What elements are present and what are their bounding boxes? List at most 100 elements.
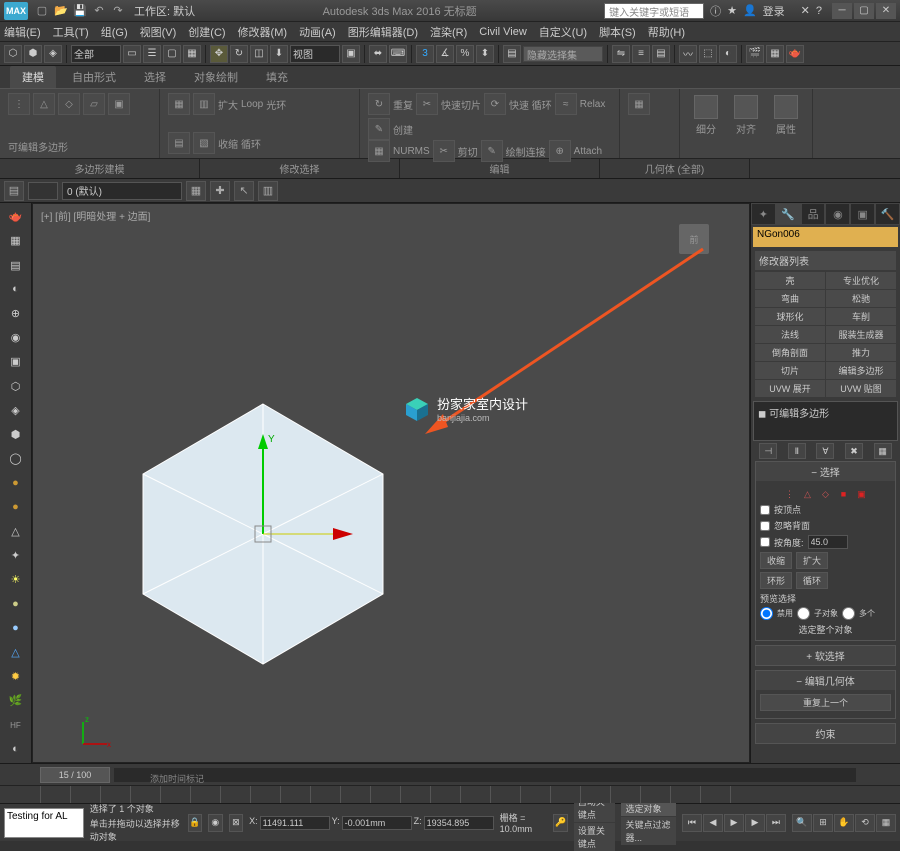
selection-filter[interactable]: 全部 bbox=[71, 45, 121, 63]
ring-button[interactable]: 环形 bbox=[760, 572, 792, 589]
lt-icon[interactable]: ● bbox=[3, 617, 29, 640]
repeat-last-button[interactable]: 重复上一个 bbox=[760, 694, 891, 711]
help-icon[interactable]: ? bbox=[816, 5, 822, 17]
lt-icon[interactable]: ▤ bbox=[3, 253, 29, 276]
close-button[interactable]: ✕ bbox=[876, 3, 896, 19]
mod-bend[interactable]: 弯曲 bbox=[755, 290, 825, 307]
iso-icon[interactable]: ◉ bbox=[208, 814, 223, 832]
layer-add-icon[interactable]: ✚ bbox=[210, 181, 230, 201]
repeat-icon[interactable]: ↻ bbox=[368, 93, 390, 115]
mod-shell[interactable]: 壳 bbox=[755, 272, 825, 289]
named-sel-icon[interactable]: ▤ bbox=[503, 45, 521, 63]
schematic-icon[interactable]: ⬚ bbox=[699, 45, 717, 63]
loop-button[interactable]: 循环 bbox=[796, 572, 828, 589]
teapot-icon[interactable]: 🫖 bbox=[3, 205, 29, 228]
lt-icon[interactable]: ◐ bbox=[3, 278, 29, 301]
lt-icon[interactable]: ◐ bbox=[3, 738, 29, 761]
edge-so-icon[interactable]: △ bbox=[801, 487, 815, 501]
modify-tab-icon[interactable]: 🔧 bbox=[776, 203, 801, 225]
shrink-button[interactable]: 收缩 bbox=[760, 552, 792, 569]
align-icon[interactable]: ≡ bbox=[632, 45, 650, 63]
lt-icon[interactable]: △ bbox=[3, 641, 29, 664]
mod-spherify[interactable]: 球形化 bbox=[755, 308, 825, 325]
footer-geom[interactable]: 几何体 (全部) bbox=[600, 159, 750, 178]
grow-icon[interactable]: ▦ bbox=[168, 93, 190, 115]
create-tab-icon[interactable]: ✦ bbox=[751, 203, 776, 225]
time-slider-thumb[interactable]: 15 / 100 bbox=[40, 767, 110, 783]
vertex-so-icon[interactable]: ⋮ bbox=[783, 487, 797, 501]
orbit-icon[interactable]: ⟲ bbox=[855, 814, 875, 832]
by-angle-checkbox[interactable] bbox=[760, 537, 770, 547]
undo-icon[interactable]: ↶ bbox=[91, 3, 107, 19]
lt-icon[interactable]: ⬡ bbox=[3, 375, 29, 398]
tool-icon[interactable]: ▧ bbox=[193, 132, 215, 154]
keyfilter-button[interactable]: 关键点过滤器... bbox=[621, 817, 676, 845]
minimize-button[interactable]: ─ bbox=[832, 3, 852, 19]
unique-icon[interactable]: ∀ bbox=[816, 443, 834, 459]
element-mode-icon[interactable]: ▣ bbox=[108, 93, 130, 115]
stack-item-editpoly[interactable]: ◼ 可编辑多边形 bbox=[756, 404, 895, 421]
zoom-icon[interactable]: 🔍 bbox=[792, 814, 812, 832]
maxscript-listener[interactable]: Testing for AL bbox=[4, 808, 84, 838]
lt-hf-icon[interactable]: HF bbox=[3, 714, 29, 737]
shrink-icon[interactable]: ▥ bbox=[193, 93, 215, 115]
lt-icon[interactable]: △ bbox=[3, 520, 29, 543]
tab-modeling[interactable]: 建模 bbox=[10, 66, 56, 88]
viewcube[interactable]: 前 bbox=[679, 224, 709, 254]
y-coord-field[interactable] bbox=[342, 816, 412, 830]
quickloop-icon[interactable]: ⟳ bbox=[484, 93, 506, 115]
pan-icon[interactable]: ✋ bbox=[834, 814, 854, 832]
user-icon[interactable]: 👤 bbox=[743, 4, 757, 17]
move-icon[interactable]: ✥ bbox=[210, 45, 228, 63]
mod-bevelprofile[interactable]: 倒角剖面 bbox=[755, 344, 825, 361]
mod-lathe[interactable]: 车削 bbox=[826, 308, 896, 325]
menu-tools[interactable]: 工具(T) bbox=[53, 24, 89, 40]
goto-end-icon[interactable]: ⏭ bbox=[766, 814, 786, 832]
lt-icon[interactable]: ● bbox=[3, 496, 29, 519]
placement-icon[interactable]: ⬇ bbox=[270, 45, 288, 63]
mod-uvwunwrap[interactable]: UVW 展开 bbox=[755, 380, 825, 397]
tool-icon[interactable]: ▤ bbox=[168, 132, 190, 154]
preview-off-radio[interactable] bbox=[760, 607, 773, 620]
utilities-tab-icon[interactable]: 🔨 bbox=[875, 203, 900, 225]
rollout-editgeom-header[interactable]: − 编辑几何体 bbox=[756, 671, 895, 690]
object-name-field[interactable]: NGon006 bbox=[753, 227, 898, 247]
tab-objectpaint[interactable]: 对象绘制 bbox=[182, 66, 250, 88]
subdivide-button[interactable]: 细分 bbox=[688, 93, 724, 137]
search-input[interactable]: 键入关键字或短语 bbox=[604, 3, 704, 19]
shrink-label[interactable]: 收缩 bbox=[218, 136, 238, 151]
layer-icon[interactable]: ▤ bbox=[4, 181, 24, 201]
menu-maxscript[interactable]: 脚本(S) bbox=[599, 24, 636, 40]
mod-uvwmap[interactable]: UVW 贴图 bbox=[826, 380, 896, 397]
modifier-stack[interactable]: ◼ 可编辑多边形 bbox=[753, 401, 898, 441]
motion-tab-icon[interactable]: ◉ bbox=[825, 203, 850, 225]
menu-help[interactable]: 帮助(H) bbox=[648, 24, 685, 40]
lt-icon[interactable]: ☀ bbox=[3, 568, 29, 591]
render-icon[interactable]: 🫖 bbox=[786, 45, 804, 63]
modifier-list-dropdown[interactable]: 修改器列表 bbox=[755, 251, 896, 270]
menu-group[interactable]: 组(G) bbox=[101, 24, 128, 40]
layer-cursor-icon[interactable]: ↖ bbox=[234, 181, 254, 201]
menu-grapheditors[interactable]: 图形编辑器(D) bbox=[348, 24, 418, 40]
menu-customize[interactable]: 自定义(U) bbox=[539, 24, 587, 40]
lt-icon[interactable]: ✦ bbox=[3, 544, 29, 567]
layers-icon[interactable]: ▤ bbox=[652, 45, 670, 63]
lt-icon[interactable]: 🌿 bbox=[3, 689, 29, 712]
footer-edit[interactable]: 编辑 bbox=[400, 159, 600, 178]
border-so-icon[interactable]: ◇ bbox=[819, 487, 833, 501]
x-coord-field[interactable] bbox=[260, 816, 330, 830]
lt-icon[interactable]: ▦ bbox=[3, 229, 29, 252]
border-mode-icon[interactable]: ◇ bbox=[58, 93, 80, 115]
star-icon[interactable]: ★ bbox=[727, 4, 737, 17]
percent-snap-icon[interactable]: % bbox=[456, 45, 474, 63]
ring-label[interactable]: 光环 bbox=[266, 97, 286, 112]
time-track[interactable] bbox=[114, 768, 856, 782]
lt-icon[interactable]: ● bbox=[3, 593, 29, 616]
prev-frame-icon[interactable]: ◀ bbox=[703, 814, 723, 832]
vertex-mode-icon[interactable]: ⋮ bbox=[8, 93, 30, 115]
layer-color[interactable] bbox=[28, 182, 58, 200]
layer-btn1[interactable]: ▦ bbox=[186, 181, 206, 201]
zoomall-icon[interactable]: ⊞ bbox=[813, 814, 833, 832]
workspace-selector[interactable]: 工作区: 默认 bbox=[134, 3, 195, 19]
info-icon[interactable]: ⓘ bbox=[710, 3, 721, 19]
